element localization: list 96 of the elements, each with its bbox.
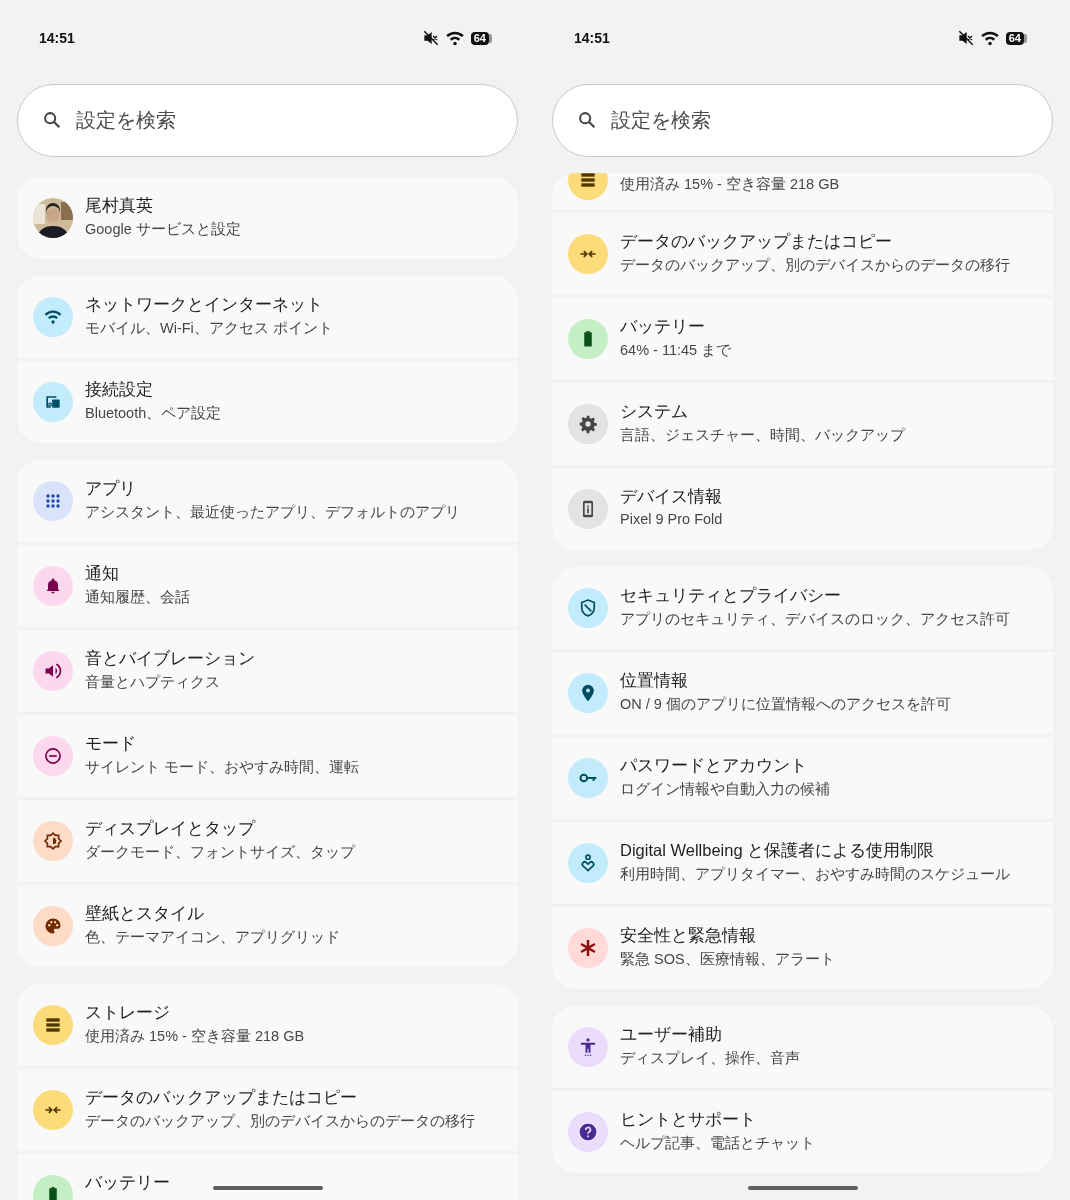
item-subtitle: ダークモード、フォントサイズ、タップ bbox=[85, 843, 355, 862]
item-subtitle: 64% - 11:45 まで bbox=[620, 341, 732, 360]
item-title: 壁紙とスタイル bbox=[85, 903, 205, 924]
settings-item[interactable]: バッテリー bbox=[17, 1154, 518, 1200]
settings-item[interactable]: デバイス情報 Pixel 9 Pro Fold bbox=[552, 468, 1053, 550]
item-subtitle: 音量とハプティクス bbox=[85, 673, 221, 692]
mute-icon bbox=[957, 30, 974, 46]
search-icon bbox=[576, 109, 598, 131]
item-subtitle: Google サービスと設定 bbox=[85, 220, 241, 239]
settings-item[interactable]: 安全性と緊急情報 緊急 SOS、医療情報、アラート bbox=[552, 907, 1053, 989]
gesture-handle[interactable] bbox=[212, 1186, 323, 1190]
minus-circle-icon bbox=[43, 746, 63, 766]
item-title: ストレージ bbox=[85, 1002, 171, 1023]
item-title: バッテリー bbox=[620, 316, 706, 337]
wifi-icon bbox=[444, 30, 465, 46]
shield-icon bbox=[578, 598, 598, 618]
item-title: モード bbox=[85, 733, 137, 754]
item-subtitle: 使用済み 15% - 空き容量 218 GB bbox=[620, 175, 840, 194]
item-subtitle: データのバックアップ、別のデバイスからのデータの移行 bbox=[620, 256, 1010, 275]
settings-item[interactable]: アプリ アシスタント、最近使ったアプリ、デフォルトのアプリ bbox=[17, 460, 518, 542]
item-subtitle: ヘルプ記事、電話とチャット bbox=[620, 1134, 815, 1153]
settings-item[interactable]: データのバックアップまたはコピー データのバックアップ、別のデバイスからのデータの移行 bbox=[17, 1069, 518, 1151]
search-icon bbox=[41, 109, 63, 131]
settings-item[interactable]: 壁紙とスタイル 色、テーマアイコン、アプリグリッド bbox=[17, 885, 518, 967]
item-title: Digital Wellbeing と保護者による使用制限 bbox=[620, 840, 936, 861]
storage-icon bbox=[43, 1015, 63, 1035]
gesture-handle[interactable] bbox=[747, 1186, 858, 1190]
item-subtitle: ディスプレイ、操作、音声 bbox=[620, 1049, 800, 1068]
palette-icon bbox=[43, 916, 63, 936]
asterisk-icon bbox=[578, 938, 598, 958]
settings-item[interactable]: ストレージ 使用済み 15% - 空き容量 218 GB bbox=[17, 984, 518, 1066]
item-subtitle: 使用済み 15% - 空き容量 218 GB bbox=[85, 1027, 305, 1046]
search-field[interactable]: 設定を検索 bbox=[552, 84, 1053, 157]
search-field[interactable]: 設定を検索 bbox=[17, 84, 518, 157]
item-subtitle: モバイル、Wi-Fi、アクセス ポイント bbox=[85, 319, 333, 338]
settings-item[interactable]: ヒントとサポート ヘルプ記事、電話とチャット bbox=[552, 1091, 1053, 1173]
item-subtitle: ON / 9 個のアプリに位置情報へのアクセスを許可 bbox=[620, 695, 951, 714]
item-subtitle: サイレント モード、おやすみ時間、運転 bbox=[85, 758, 360, 777]
item-title: 接続設定 bbox=[85, 379, 154, 400]
item-subtitle: Bluetooth、ペア設定 bbox=[85, 404, 222, 423]
battery-indicator: 64 bbox=[470, 31, 492, 45]
heart-person-icon bbox=[578, 853, 598, 873]
item-subtitle: アシスタント、最近使ったアプリ、デフォルトのアプリ bbox=[85, 503, 460, 522]
item-title: 位置情報 bbox=[620, 670, 689, 691]
item-subtitle: 緊急 SOS、医療情報、アラート bbox=[620, 950, 835, 969]
item-title: パスワードとアカウント bbox=[620, 755, 808, 776]
item-subtitle: 通知履歴、会話 bbox=[85, 588, 190, 607]
item-title: バッテリー bbox=[85, 1172, 170, 1193]
settings-item[interactable]: 通知 通知履歴、会話 bbox=[17, 545, 518, 627]
battery-indicator: 64 bbox=[1005, 31, 1027, 45]
settings-item[interactable]: 尾村真英 Google サービスと設定 bbox=[17, 177, 518, 259]
clock: 14:51 bbox=[574, 30, 610, 46]
item-subtitle: ログイン情報や自動入力の候補 bbox=[620, 780, 830, 799]
settings-item[interactable]: パスワードとアカウント ログイン情報や自動入力の候補 bbox=[552, 737, 1053, 819]
item-title: ディスプレイとタップ bbox=[85, 818, 257, 839]
settings-item[interactable]: 位置情報 ON / 9 個のアプリに位置情報へのアクセスを許可 bbox=[552, 652, 1053, 734]
mute-icon bbox=[422, 30, 439, 46]
settings-item[interactable]: バッテリー 64% - 11:45 まで bbox=[552, 298, 1053, 380]
settings-item[interactable]: データのバックアップまたはコピー データのバックアップ、別のデバイスからのデータの移行 bbox=[552, 213, 1053, 295]
item-subtitle: アプリのセキュリティ、デバイスのロック、アクセス許可 bbox=[620, 610, 1010, 629]
item-subtitle: 利用時間、アプリタイマー、おやすみ時間のスケジュール bbox=[620, 865, 1010, 884]
item-title: 通知 bbox=[85, 563, 120, 584]
item-title: データのバックアップまたはコピー bbox=[620, 231, 893, 252]
settings-icon bbox=[578, 414, 598, 434]
settings-item[interactable]: セキュリティとプライバシー アプリのセキュリティ、デバイスのロック、アクセス許可 bbox=[552, 567, 1053, 649]
item-title: アプリ bbox=[85, 478, 137, 499]
clock: 14:51 bbox=[39, 30, 75, 46]
settings-item[interactable]: ディスプレイとタップ ダークモード、フォントサイズ、タップ bbox=[17, 800, 518, 882]
item-subtitle: Pixel 9 Pro Fold bbox=[620, 511, 723, 527]
item-subtitle: データのバックアップ、別のデバイスからのデータの移行 bbox=[85, 1112, 475, 1131]
settings-item[interactable]: 接続設定 Bluetooth、ペア設定 bbox=[17, 361, 518, 443]
item-title: 安全性と緊急情報 bbox=[620, 925, 757, 946]
settings-item[interactable]: モード サイレント モード、おやすみ時間、運転 bbox=[17, 715, 518, 797]
item-title: ヒントとサポート bbox=[620, 1109, 757, 1130]
storage-icon bbox=[578, 173, 598, 190]
item-title: ユーザー補助 bbox=[620, 1024, 723, 1045]
settings-item[interactable]: 使用済み 15% - 空き容量 218 GB bbox=[552, 173, 1053, 210]
person-icon bbox=[578, 1037, 598, 1057]
item-title: 音とバイブレーション bbox=[85, 648, 255, 669]
settings-item[interactable]: 音とバイブレーション 音量とハプティクス bbox=[17, 630, 518, 712]
item-title: システム bbox=[620, 401, 689, 422]
item-subtitle: 色、テーマアイコン、アプリグリッド bbox=[85, 928, 340, 947]
settings-item[interactable]: ネットワークとインターネット モバイル、Wi-Fi、アクセス ポイント bbox=[17, 276, 518, 358]
sun-icon bbox=[43, 831, 63, 851]
speaker-icon bbox=[43, 661, 63, 681]
item-subtitle: 言語、ジェスチャー、時間、バックアップ bbox=[620, 426, 905, 445]
settings-item[interactable]: システム 言語、ジェスチャー、時間、バックアップ bbox=[552, 383, 1053, 465]
settings-item[interactable]: Digital Wellbeing と保護者による使用制限 利用時間、アプリタイマー、おやすみ時間のスケジュール bbox=[552, 822, 1053, 904]
wifi-icon bbox=[979, 30, 1000, 46]
item-title: 尾村真英 bbox=[85, 195, 154, 216]
item-title: デバイス情報 bbox=[620, 486, 723, 507]
item-title: ネットワークとインターネット bbox=[85, 294, 324, 315]
item-title: セキュリティとプライバシー bbox=[620, 585, 842, 606]
help-icon bbox=[578, 1122, 598, 1142]
settings-item[interactable]: ユーザー補助 ディスプレイ、操作、音声 bbox=[552, 1006, 1053, 1088]
item-title: データのバックアップまたはコピー bbox=[85, 1087, 358, 1108]
